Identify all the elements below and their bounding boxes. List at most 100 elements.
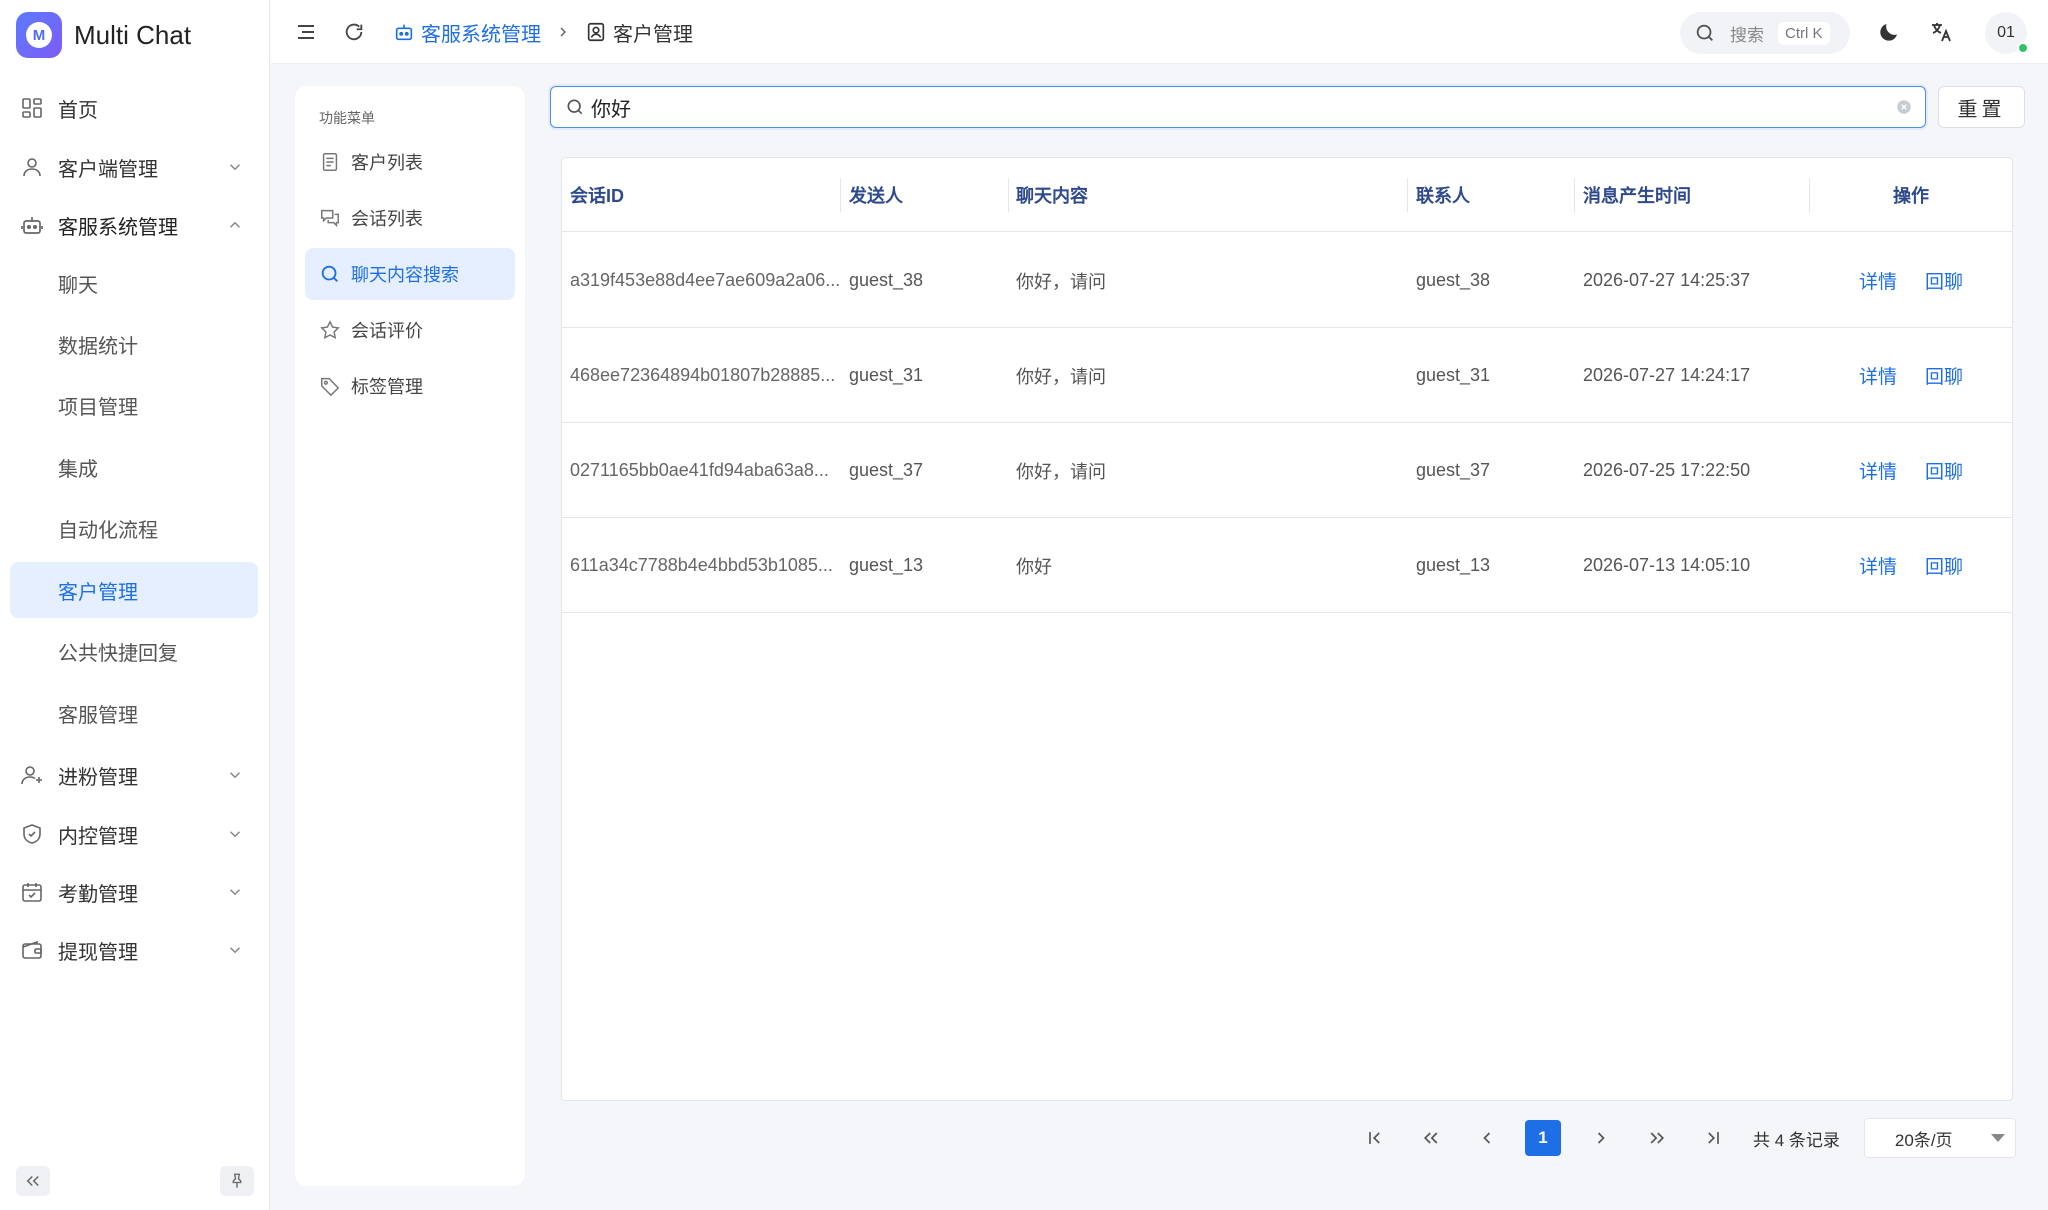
reply-link[interactable]: 回聊 (1917, 423, 1977, 518)
cell-session-id: 0271165bb0ae41fd94aba63a8... (570, 460, 829, 480)
chat-bubbles-icon (319, 207, 341, 229)
pin-sidebar-button[interactable] (220, 1166, 254, 1196)
moon-icon (1880, 24, 1897, 41)
table-row: 468ee72364894b01807b28885... guest_31 你好… (562, 328, 2012, 423)
sidebar-item-chat[interactable]: 聊天 (10, 255, 258, 311)
detail-link-label: 详情 (1859, 462, 1898, 483)
cell-contact: guest_31 (1416, 365, 1491, 385)
table-header: 会话ID 发送人 聊天内容 联系人 消息产生时间 操作 (562, 158, 2012, 232)
search-icon (565, 97, 585, 117)
next-page-button[interactable] (1581, 1118, 1621, 1158)
refresh-button[interactable] (340, 18, 368, 46)
sidebar-item-home[interactable]: 首页 (10, 80, 258, 136)
breadcrumb-customer-management[interactable]: 客户管理 (585, 18, 693, 47)
results-table: 会话ID 发送人 聊天内容 联系人 消息产生时间 操作 a319f453e88d… (561, 157, 2013, 1101)
page-number-current[interactable]: 1 (1525, 1120, 1561, 1156)
cell-sender: guest_37 (849, 460, 924, 480)
sidebar-item-label: 内控管理 (58, 825, 138, 848)
column-header-actions: 操作 (1893, 186, 1929, 206)
sidebar-item-withdrawal[interactable]: 提现管理 (10, 922, 258, 978)
func-item-session-list[interactable]: 会话列表 (305, 192, 515, 244)
cell-content: 你好，请问 (1016, 461, 1106, 482)
reset-button[interactable]: 重置 (1938, 86, 2025, 128)
func-item-label: 标签管理 (351, 377, 423, 397)
detail-link[interactable]: 详情 (1851, 423, 1911, 518)
sidebar-item-agent-management[interactable]: 客服管理 (10, 685, 258, 741)
chevron-down-icon (226, 883, 244, 901)
cell-sender: guest_38 (849, 270, 924, 290)
chevron-down-icon (226, 158, 244, 176)
menu-icon (298, 25, 314, 39)
sidebar-item-statistics[interactable]: 数据统计 (10, 316, 258, 372)
global-search[interactable]: 搜索 Ctrl K (1680, 12, 1850, 54)
table-row: a319f453e88d4ee7ae609a2a06... guest_38 你… (562, 233, 2012, 328)
search-input[interactable] (591, 95, 1895, 119)
double-chevron-left-icon (26, 1175, 39, 1187)
sidebar-item-label: 客服管理 (58, 704, 138, 727)
cell-content: 你好 (1016, 556, 1052, 577)
last-page-button[interactable] (1693, 1118, 1733, 1158)
cell-session-id: a319f453e88d4ee7ae609a2a06... (570, 270, 841, 290)
avatar-text: 01 (1997, 24, 2015, 41)
sidebar-item-automation[interactable]: 自动化流程 (10, 500, 258, 556)
function-menu: 功能菜单 客户列表 会话列表 聊天内容搜索 会话评价 标签管理 (295, 86, 525, 1186)
next-group-button[interactable] (1637, 1118, 1677, 1158)
breadcrumb-cs-system[interactable]: 客服系统管理 (393, 18, 541, 47)
cell-contact: guest_37 (1416, 460, 1491, 480)
sidebar-item-label: 客户管理 (58, 581, 138, 604)
sidebar-item-attendance[interactable]: 考勤管理 (10, 864, 258, 920)
sidebar-item-projects[interactable]: 项目管理 (10, 377, 258, 433)
column-header-contact: 联系人 (1408, 158, 1575, 232)
pin-icon (232, 1173, 242, 1188)
cell-sender: guest_13 (849, 555, 924, 575)
sidebar-item-fans[interactable]: 进粉管理 (10, 747, 258, 803)
func-item-label: 会话列表 (351, 209, 423, 229)
breadcrumb-label: 客户管理 (613, 23, 693, 46)
sidebar-item-quick-replies[interactable]: 公共快捷回复 (10, 623, 258, 679)
prev-page-button[interactable] (1467, 1118, 1507, 1158)
clear-icon[interactable] (1895, 98, 1913, 116)
sidebar-item-cs-system[interactable]: 客服系统管理 (10, 197, 258, 253)
sidebar-item-label: 自动化流程 (58, 519, 158, 542)
brand[interactable]: M Multi Chat (16, 12, 191, 58)
func-item-label: 会话评价 (351, 321, 423, 341)
user-add-icon (20, 763, 44, 787)
sidebar-item-client-management[interactable]: 客户端管理 (10, 139, 258, 195)
detail-link[interactable]: 详情 (1851, 328, 1911, 423)
language-button[interactable] (1927, 18, 1955, 46)
detail-link-label: 详情 (1859, 272, 1898, 293)
reply-link[interactable]: 回聊 (1917, 328, 1977, 423)
sidebar-item-internal-control[interactable]: 内控管理 (10, 806, 258, 862)
caret-down-icon (1990, 1134, 2005, 1142)
breadcrumb: 客服系统管理 客户管理 (393, 0, 693, 64)
detail-link-label: 详情 (1859, 367, 1898, 388)
user-avatar[interactable]: 01 (1985, 12, 2029, 54)
sidebar-item-customer-management[interactable]: 客户管理 (10, 562, 258, 618)
prev-group-button[interactable] (1411, 1118, 1451, 1158)
cell-time: 2026-07-13 14:05:10 (1583, 555, 1751, 575)
reply-link-label: 回聊 (1925, 462, 1964, 483)
reply-link[interactable]: 回聊 (1917, 233, 1977, 328)
sidebar-item-label: 集成 (58, 458, 98, 481)
chevron-right-icon (1597, 1132, 1605, 1144)
func-item-customer-list[interactable]: 客户列表 (305, 136, 515, 188)
cell-contact: guest_38 (1416, 270, 1491, 290)
refresh-icon (345, 23, 363, 41)
first-page-button[interactable] (1355, 1118, 1395, 1158)
func-item-session-rating[interactable]: 会话评价 (305, 304, 515, 356)
func-item-chat-search[interactable]: 聊天内容搜索 (305, 248, 515, 300)
top-header: 客服系统管理 客户管理 搜索 Ctrl K 01 (271, 0, 2048, 64)
collapse-sidebar-button[interactable] (16, 1166, 50, 1196)
theme-toggle-button[interactable] (1875, 18, 1903, 46)
page-size-select[interactable]: 20条/页 (1863, 1118, 2016, 1158)
sidebar-item-integration[interactable]: 集成 (10, 439, 258, 495)
star-icon (319, 319, 341, 341)
detail-link[interactable]: 详情 (1851, 518, 1911, 613)
detail-link[interactable]: 详情 (1851, 233, 1911, 328)
robot-icon (20, 213, 44, 237)
menu-toggle-button[interactable] (292, 18, 320, 46)
sidebar-item-label: 考勤管理 (58, 883, 138, 906)
func-item-tag-management[interactable]: 标签管理 (305, 360, 515, 412)
cell-session-id: 611a34c7788b4e4bbd53b1085... (570, 555, 833, 575)
reply-link[interactable]: 回聊 (1917, 518, 1977, 613)
